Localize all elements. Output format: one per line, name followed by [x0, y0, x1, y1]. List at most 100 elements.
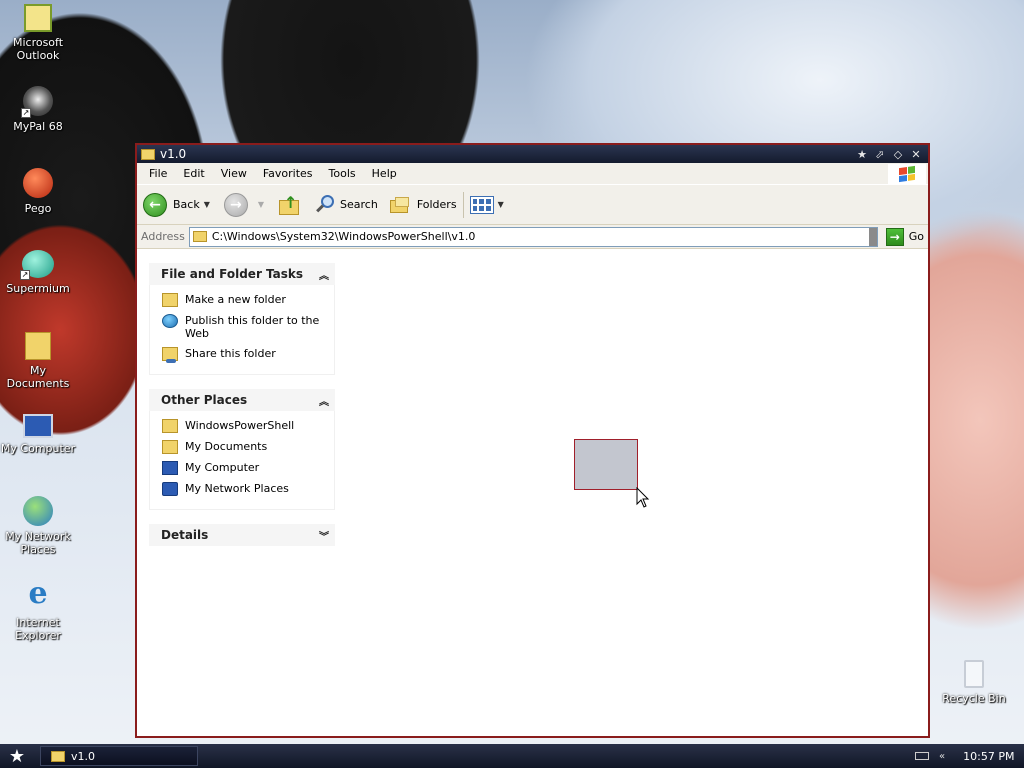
views-button[interactable]: ▼ — [469, 195, 504, 214]
place-my-computer[interactable]: My Computer — [162, 461, 328, 475]
task-publish-web[interactable]: Publish this folder to the Web — [162, 314, 328, 340]
other-places-panel: Other Places ︽ WindowsPowerShell My Docu… — [149, 389, 335, 510]
back-label: Back — [173, 198, 200, 211]
menu-edit[interactable]: Edit — [175, 167, 212, 180]
expand-chevron-icon[interactable]: ︾ — [319, 528, 329, 543]
desktop-icon-network-places[interactable]: My Network Places — [0, 496, 76, 556]
desktop-icon-label: Supermium — [6, 282, 70, 295]
close-button[interactable]: ✕ — [908, 147, 924, 161]
views-icon — [469, 195, 494, 214]
address-dropdown-button[interactable] — [868, 227, 877, 246]
place-label: My Computer — [185, 461, 260, 474]
desktop-icon-label: Pego — [24, 202, 52, 215]
keyboard-icon[interactable] — [915, 752, 929, 760]
collapse-chevron-icon[interactable]: ︽ — [319, 267, 329, 282]
my-computer-icon — [23, 414, 53, 438]
taskbar-window-label: v1.0 — [71, 749, 96, 763]
task-make-new-folder[interactable]: Make a new folder — [162, 293, 328, 307]
network-places-icon — [23, 496, 53, 526]
menu-favorites[interactable]: Favorites — [255, 167, 321, 180]
panel-header[interactable]: Details ︾ — [149, 524, 335, 546]
desktop-icon-label: MyPal 68 — [13, 120, 63, 133]
forward-button[interactable]: → ▼ — [223, 192, 264, 217]
desktop-icon-recycle-bin[interactable]: Recycle Bin — [936, 660, 1012, 705]
title-bar[interactable]: v1.0 ★ ⬀ ◇ ✕ — [137, 145, 928, 163]
chevron-down-icon[interactable]: ▼ — [498, 200, 504, 209]
task-share-folder[interactable]: Share this folder — [162, 347, 328, 363]
desktop-icon-internet-explorer[interactable]: e Internet Explorer — [0, 576, 76, 643]
chevron-down-icon[interactable]: ▼ — [258, 200, 264, 209]
search-button[interactable]: Search — [314, 194, 378, 216]
desktop-icon-label: Microsoft Outlook — [12, 36, 64, 62]
clock[interactable]: 10:57 PM — [963, 750, 1014, 763]
pin-star-icon[interactable]: ★ — [854, 147, 870, 161]
place-my-documents[interactable]: My Documents — [162, 440, 328, 454]
task-label: Make a new folder — [185, 293, 286, 306]
my-documents-icon — [162, 440, 178, 454]
file-folder-tasks-panel: File and Folder Tasks ︽ Make a new folde… — [149, 263, 335, 375]
taskbar-window-button[interactable]: v1.0 — [40, 746, 198, 766]
star-icon: ★ — [8, 745, 26, 767]
desktop-icon-supermium[interactable]: ↗ Supermium — [0, 250, 76, 295]
tray-expand-icon[interactable]: « — [939, 751, 945, 762]
start-button[interactable]: ★ — [0, 744, 34, 768]
network-places-icon — [162, 482, 178, 496]
menu-view[interactable]: View — [213, 167, 255, 180]
my-documents-icon — [25, 332, 51, 360]
windows-logo-icon — [888, 164, 926, 184]
collapse-chevron-icon[interactable]: ︽ — [319, 393, 329, 408]
outlook-icon — [24, 4, 52, 32]
maximize-button[interactable]: ◇ — [890, 147, 906, 161]
pego-icon — [23, 168, 53, 198]
back-button[interactable]: ← Back ▼ — [143, 192, 210, 217]
folder-icon — [51, 750, 65, 762]
up-folder-button[interactable]: ↑ — [278, 193, 302, 217]
folder-icon — [141, 148, 155, 160]
place-label: My Network Places — [185, 482, 289, 495]
explorer-window[interactable]: v1.0 ★ ⬀ ◇ ✕ File Edit View Favorites To… — [135, 143, 930, 738]
folder-content-area[interactable]: File and Folder Tasks ︽ Make a new folde… — [137, 251, 928, 736]
place-label: My Documents — [185, 440, 268, 453]
task-pane: File and Folder Tasks ︽ Make a new folde… — [149, 263, 335, 560]
mypal-icon: ↗ — [21, 86, 53, 118]
menu-file[interactable]: File — [141, 167, 175, 180]
new-folder-icon — [162, 293, 178, 307]
desktop-icon-mypal[interactable]: ↗ MyPal 68 — [0, 86, 76, 133]
search-icon — [314, 194, 336, 216]
address-input[interactable]: C:\Windows\System32\WindowsPowerShell\v1… — [188, 226, 878, 247]
go-arrow-icon: → — [885, 227, 904, 246]
place-network-places[interactable]: My Network Places — [162, 482, 328, 496]
publish-web-icon — [162, 314, 178, 328]
desktop-icon-outlook[interactable]: Microsoft Outlook — [0, 4, 76, 62]
back-arrow-icon: ← — [143, 192, 167, 217]
desktop-icon-label: Internet Explorer — [15, 616, 61, 642]
go-label: Go — [908, 230, 924, 243]
menu-help[interactable]: Help — [364, 167, 405, 180]
task-label: Share this folder — [185, 347, 276, 360]
menu-tools[interactable]: Tools — [321, 167, 364, 180]
folders-button[interactable]: Folders — [389, 196, 457, 214]
toolbar: ← Back ▼ → ▼ ↑ Search Folders ▼ — [137, 185, 928, 225]
window-title: v1.0 — [160, 147, 187, 161]
desktop-icon-my-computer[interactable]: My Computer — [0, 414, 76, 455]
address-value: C:\Windows\System32\WindowsPowerShell\v1… — [211, 230, 476, 243]
place-windowspowershell[interactable]: WindowsPowerShell — [162, 419, 328, 433]
desktop-icon-pego[interactable]: Pego — [0, 168, 76, 215]
panel-title: Other Places — [161, 393, 248, 407]
minimize-button[interactable]: ⬀ — [872, 147, 888, 161]
recycle-bin-icon — [964, 660, 984, 688]
panel-header[interactable]: File and Folder Tasks ︽ — [149, 263, 335, 285]
address-label: Address — [141, 230, 185, 243]
folders-icon — [389, 196, 412, 214]
taskbar: ★ v1.0 « 10:57 PM — [0, 744, 1024, 768]
desktop-icon-label: My Network Places — [5, 530, 71, 556]
desktop-icon-my-documents[interactable]: My Documents — [0, 332, 76, 390]
go-button[interactable]: → Go — [885, 227, 924, 246]
panel-title: Details — [161, 528, 209, 542]
panel-header[interactable]: Other Places ︽ — [149, 389, 335, 411]
folder-icon — [192, 231, 207, 242]
toolbar-separator — [462, 191, 464, 218]
internet-explorer-icon: e — [28, 576, 48, 611]
place-label: WindowsPowerShell — [185, 419, 295, 432]
chevron-down-icon[interactable]: ▼ — [204, 200, 210, 209]
